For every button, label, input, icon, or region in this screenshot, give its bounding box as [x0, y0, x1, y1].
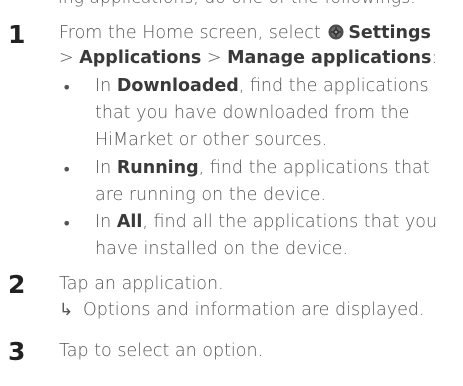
step-1-line-1: From the Home screen, select Settings [59, 24, 431, 43]
step-1-line-2: > Applications > Manage applications: [59, 48, 438, 68]
step-number: 3 [8, 337, 26, 366]
step-1-prefix: From the Home screen, select [59, 23, 327, 43]
breadcrumb-separator: > [201, 48, 228, 68]
clipped-header-text: ing applications, do one of the followin… [58, 0, 416, 8]
bullet-downloaded-line-2: that you have downloaded from the [95, 103, 410, 123]
bullet-downloaded-line-3: HiMarket or other sources. [95, 130, 328, 150]
settings-gear-icon [328, 24, 344, 40]
bullet-prefix: In [95, 76, 117, 96]
breadcrumb-separator: > [59, 48, 80, 68]
step-2-result: Options and information are displayed. [83, 300, 425, 320]
bullet-running-line-1: In Running, find the applications that [95, 158, 430, 178]
manual-page: { "clipped_header": "ing applications, d… [0, 0, 463, 386]
bullet-marker: • [62, 160, 72, 179]
bullet-all-line-2: have installed on the device. [95, 239, 349, 259]
running-label: Running [116, 158, 199, 178]
step-number: 1 [8, 20, 26, 49]
bullet-text: , find the applications [238, 76, 429, 96]
bullet-all-line-1: In All, find all the applications that y… [95, 212, 438, 232]
settings-label: Settings [348, 23, 431, 43]
bullet-text: , find all the applications that you [142, 212, 438, 232]
bullet-text: , find the applications that [198, 158, 430, 178]
bullet-downloaded-line-1: In Downloaded, find the applications [95, 76, 429, 96]
result-arrow-icon: ↳ [59, 300, 74, 320]
step-3-text: Tap to select an option. [59, 341, 264, 361]
bullet-marker: • [62, 214, 72, 233]
all-label: All [116, 212, 143, 232]
bullet-running-line-2: are running on the device. [95, 185, 327, 205]
step-number: 2 [8, 270, 26, 299]
colon: : [431, 48, 438, 68]
manage-applications-label: Manage applications [227, 48, 432, 68]
bullet-prefix: In [95, 212, 117, 232]
downloaded-label: Downloaded [116, 76, 239, 96]
bullet-prefix: In [95, 158, 117, 178]
bullet-marker: • [62, 78, 72, 97]
applications-label: Applications [79, 48, 202, 68]
step-2-text: Tap an application. [59, 274, 224, 294]
